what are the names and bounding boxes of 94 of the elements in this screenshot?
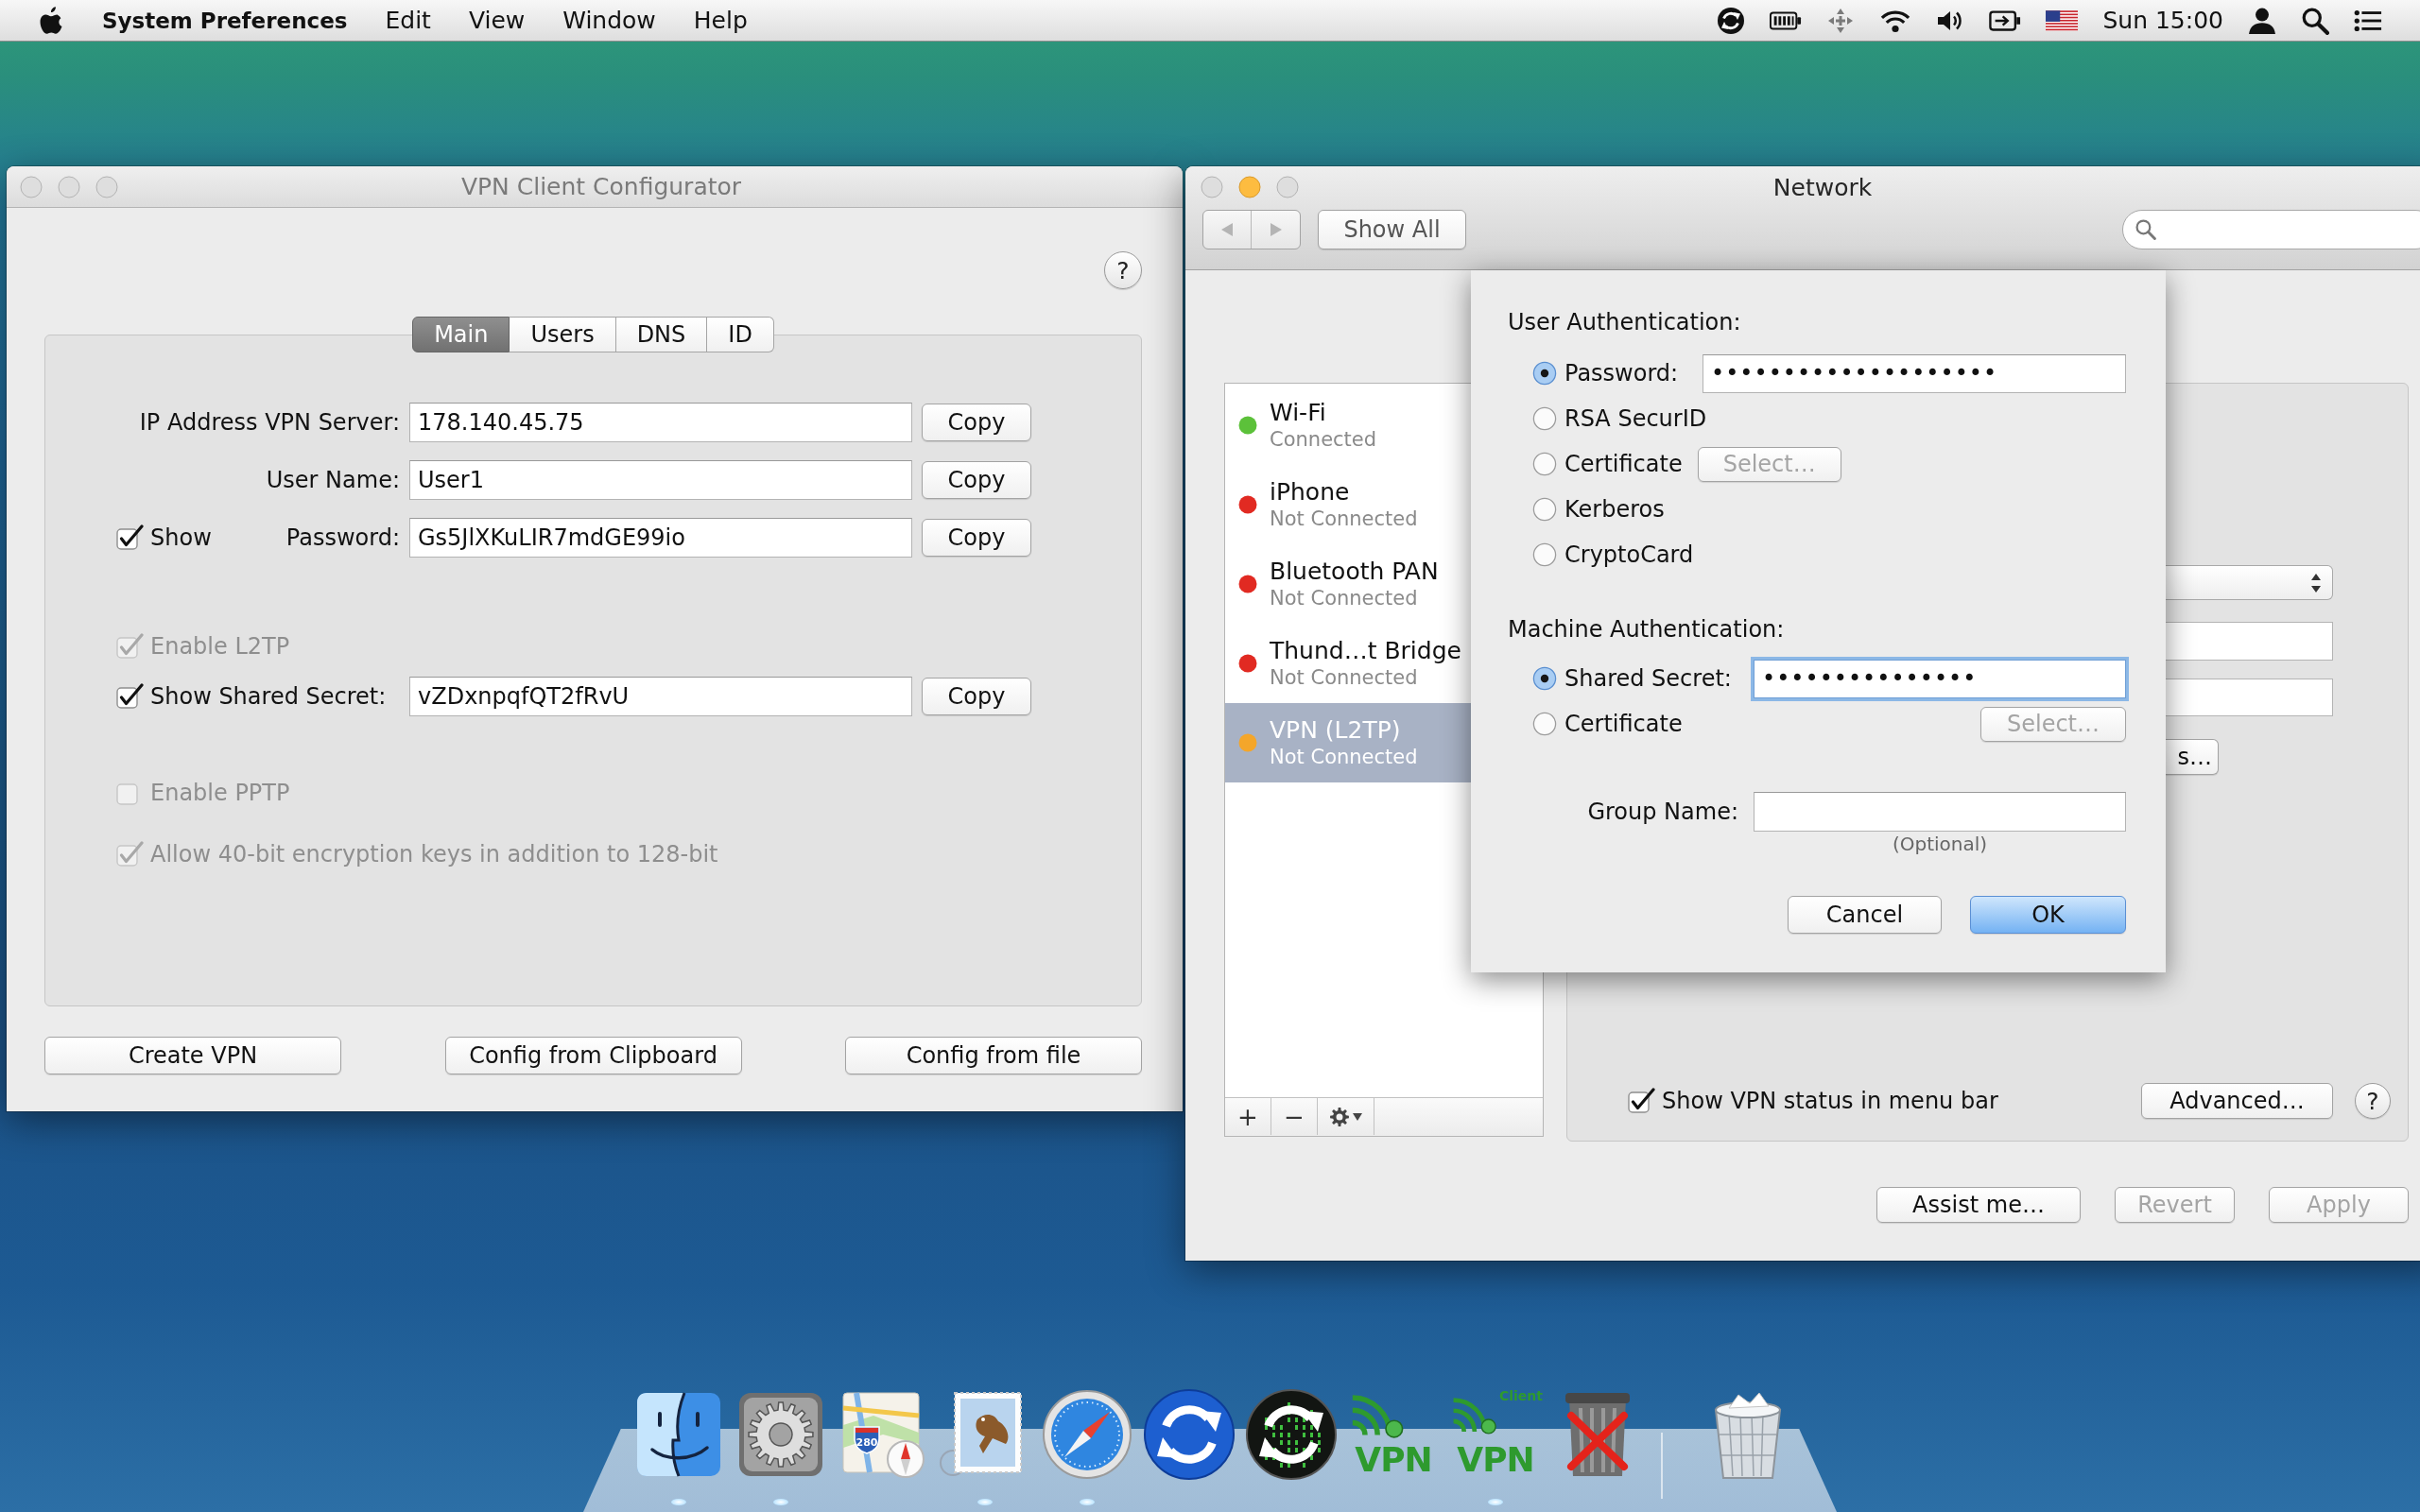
logo-caption: Client [1498,1387,1543,1404]
search-icon[interactable] [2301,6,2329,35]
apple-icon[interactable] [40,6,62,35]
compass-icon[interactable] [1040,1387,1134,1482]
password-field[interactable]: •••••••••••••••••••• [1703,353,2126,393]
radio-label: Password: [1564,360,1679,387]
service-status: Not Connected [1270,507,1418,531]
field-label: Group Name: [1587,799,1738,825]
logo-text: VPN [1457,1440,1534,1480]
radio-label: CryptoCard [1564,541,1694,568]
checkbox[interactable] [116,524,145,551]
text-field[interactable] [2166,622,2333,661]
service-name: Wi-Fi [1270,399,1327,427]
gear-icon [1329,1106,1350,1127]
window-title: VPN Client Configurator [460,173,742,200]
text-field[interactable]: Gs5JlXKuLIR7mdGE99io [409,518,912,558]
radio-label: RSA SecurID [1564,405,1707,432]
copy-button[interactable]: Copy [922,678,1031,715]
radio-button[interactable] [1532,406,1557,431]
advanced-button[interactable]: Advanced… [2141,1083,2333,1119]
app-menu[interactable]: System Preferences [102,8,348,33]
checkbox-label: Enable PPTP [150,780,290,806]
checkbox-label: Show Shared Secret: [150,683,387,710]
text-field[interactable]: 178.140.45.75 [409,403,912,442]
checkbox-label: Show [150,524,212,551]
caret-icon [1353,1112,1362,1121]
action-button[interactable]: Create VPN [44,1037,341,1074]
radio-button[interactable] [1532,497,1557,522]
service-name: Bluetooth PAN [1270,558,1439,586]
text-field[interactable]: User1 [409,460,912,500]
copy-button[interactable]: Copy [922,461,1031,499]
checkbox[interactable] [116,683,145,710]
user-icon[interactable] [2248,6,2276,35]
help-button[interactable]: ? [1104,251,1142,289]
tab[interactable]: ID [707,317,774,352]
left-triangle-icon [1220,222,1234,237]
service-name: iPhone [1270,478,1351,507]
text-field[interactable] [2166,679,2333,716]
window-title: Network [1772,173,1873,201]
search-icon [2135,218,2157,241]
service-status: Connected [1270,427,1377,452]
service-name: Thund…t Bridge [1270,637,1461,665]
binary-sync-icon[interactable] [1244,1387,1339,1482]
radio-label: Certificate [1564,711,1683,737]
radio-label: Certificate [1564,451,1683,477]
radio-button[interactable] [1532,452,1557,476]
flag-icon[interactable] [2046,9,2079,31]
shared-secret-field[interactable]: ••••••••••••••• [1754,659,2126,698]
menu-clock[interactable]: Sun 15:00 [2102,7,2223,34]
footer-button[interactable]: Assist me… [1876,1187,2081,1223]
copy-button[interactable]: Copy [922,519,1031,557]
action-button[interactable]: Config from file [845,1037,1142,1074]
radio-button[interactable] [1532,712,1557,736]
copy-button[interactable]: Copy [922,404,1031,441]
checkbox-label: Enable L2TP [150,633,290,660]
service-status: Not Connected [1270,586,1419,610]
dialog-button[interactable]: OK [1970,896,2126,934]
tab[interactable]: Users [510,317,616,352]
tab[interactable]: Main [412,317,510,352]
sync-icon[interactable] [1717,6,1746,35]
service-status: Not Connected [1270,665,1419,690]
dialog-button[interactable]: Cancel [1788,896,1942,934]
radio-label: Kerberos [1564,496,1665,523]
checkbox-label: Show VPN status in menu bar [1662,1088,1998,1114]
sync-icon[interactable] [1142,1387,1236,1482]
logo-text: VPN [1355,1440,1432,1480]
help-button[interactable]: ? [2355,1083,2391,1119]
section-heading: Machine Authentication: [1508,615,1786,644]
field-label: IP Address VPN Server: [139,409,400,436]
menu-item[interactable]: View [468,7,526,34]
field-label: User Name: [266,467,400,493]
checkbox[interactable] [1628,1088,1656,1114]
menu-item[interactable]: Window [562,7,656,34]
radio-button[interactable] [1532,361,1557,386]
field-hint: (Optional) [1891,832,1989,856]
radio-label: Shared Secret: [1564,665,1732,692]
service-status: Not Connected [1270,745,1418,769]
box-arrow-icon[interactable] [1989,8,2022,33]
menu-item[interactable]: Edit [385,7,431,34]
search-field[interactable] [2122,210,2420,249]
field-label: Password: [285,524,400,551]
authentication-settings-button[interactable]: s… [2166,739,2219,775]
radio-button[interactable] [1532,542,1557,567]
service-name: VPN (L2TP) [1270,716,1402,745]
right-triangle-icon [1269,222,1283,237]
menu-item[interactable]: Help [693,7,748,34]
radio-button[interactable] [1532,666,1557,691]
tab[interactable]: DNS [615,317,708,352]
checkbox-label: Allow 40-bit encryption keys in addition to 128-bit [150,841,718,868]
section-heading: User Authentication: [1508,308,1742,336]
text-field[interactable]: vZDxnpqfQT2fRvU [409,677,912,716]
action-button[interactable]: Config from Clipboard [444,1037,742,1074]
show-all-button[interactable]: Show All [1318,210,1466,249]
group-name-field[interactable] [1754,792,2126,832]
